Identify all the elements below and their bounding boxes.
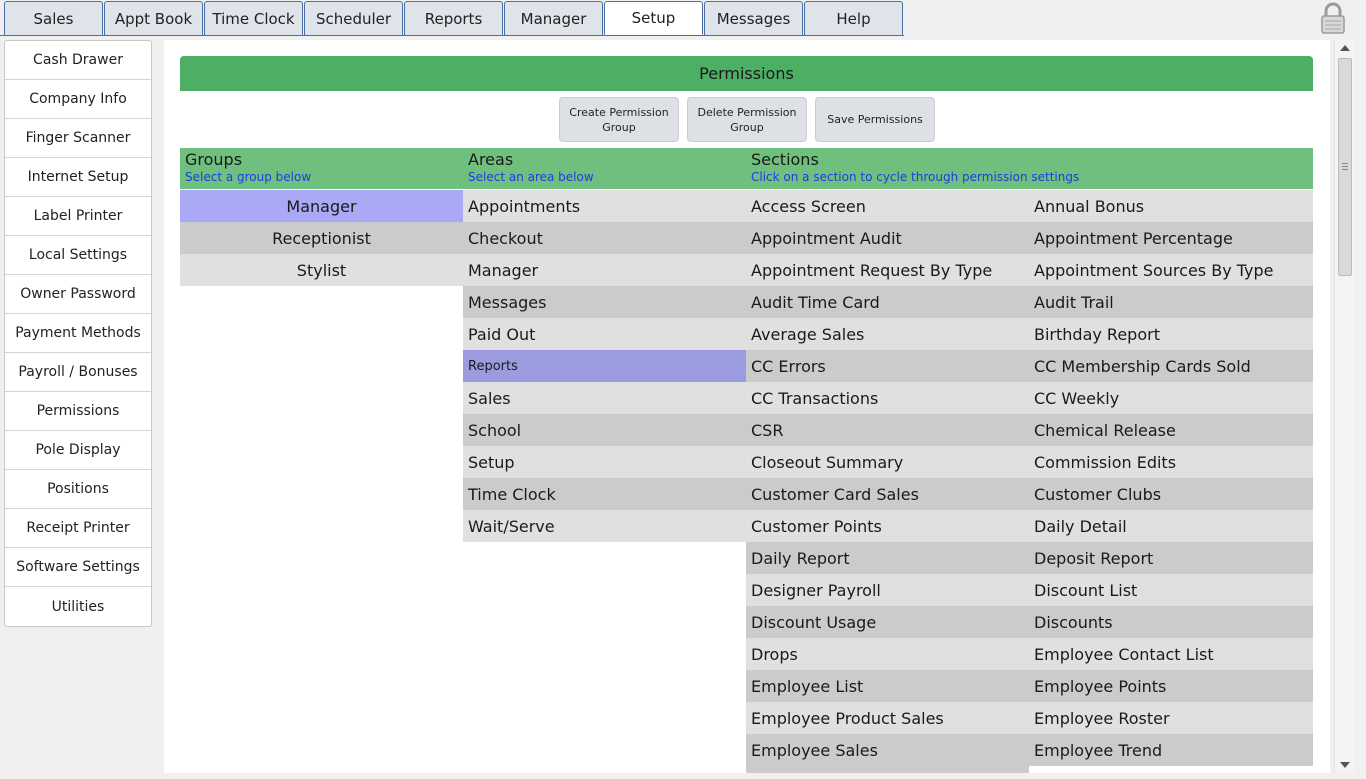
sidebar-item-pole-display[interactable]: Pole Display <box>5 431 151 470</box>
tab-sales[interactable]: Sales <box>4 1 103 35</box>
sidebar-item-label-printer[interactable]: Label Printer <box>5 197 151 236</box>
section-item[interactable]: CC Transactions <box>746 382 1029 414</box>
sidebar-item-local-settings[interactable]: Local Settings <box>5 236 151 275</box>
area-item[interactable]: Paid Out <box>463 318 746 350</box>
area-item[interactable]: Wait/Serve <box>463 510 746 542</box>
sidebar-item-owner-password[interactable]: Owner Password <box>5 275 151 314</box>
section-item[interactable]: Daily Report <box>746 542 1029 574</box>
area-item[interactable]: Checkout <box>463 222 746 254</box>
tab-setup[interactable]: Setup <box>604 1 703 35</box>
section-item[interactable]: Employee Product Sales <box>746 702 1029 734</box>
areas-header-hint: Select an area below <box>468 170 594 184</box>
section-item[interactable]: Chemical Release <box>1029 414 1313 446</box>
sections-header-hint: Click on a section to cycle through perm… <box>751 170 1080 184</box>
create-permission-group-button[interactable]: Create Permission Group <box>559 97 679 142</box>
section-item[interactable]: CC Errors <box>746 350 1029 382</box>
sections-header-title: Sections <box>751 150 819 169</box>
section-item[interactable]: Employee Sales <box>746 734 1029 766</box>
section-item[interactable]: Employee Trend <box>1029 734 1313 766</box>
area-item[interactable]: Appointments <box>463 190 746 222</box>
panel-title: Permissions <box>180 56 1313 91</box>
sidebar-item-cash-drawer[interactable]: Cash Drawer <box>5 41 151 80</box>
save-permissions-button[interactable]: Save Permissions <box>815 97 935 142</box>
areas-header-title: Areas <box>468 150 514 169</box>
section-item[interactable]: Appointment Sources By Type <box>1029 254 1313 286</box>
section-item[interactable]: Annual Bonus <box>1029 190 1313 222</box>
tab-help[interactable]: Help <box>804 1 903 35</box>
tab-reports[interactable]: Reports <box>404 1 503 35</box>
sidebar-item-company-info[interactable]: Company Info <box>5 80 151 119</box>
scroll-up-arrow-icon[interactable] <box>1340 45 1350 51</box>
section-item[interactable]: Employee Points <box>1029 670 1313 702</box>
section-item[interactable]: Appointment Audit <box>746 222 1029 254</box>
column-header-row: Groups Select a group below Areas Select… <box>180 148 1313 189</box>
section-item[interactable]: Discounts <box>1029 606 1313 638</box>
sidebar-item-permissions[interactable]: Permissions <box>5 392 151 431</box>
section-item[interactable]: Deposit Report <box>1029 542 1313 574</box>
sidebar-item-receipt-printer[interactable]: Receipt Printer <box>5 509 151 548</box>
section-item[interactable]: Designer Payroll <box>746 574 1029 606</box>
permissions-panel: Permissions Create Permission Group Dele… <box>164 40 1330 773</box>
group-item[interactable]: Receptionist <box>180 222 463 254</box>
vertical-scrollbar[interactable] <box>1334 40 1354 773</box>
section-item[interactable]: Employee Roster <box>1029 702 1313 734</box>
area-item[interactable]: School <box>463 414 746 446</box>
scroll-down-arrow-icon[interactable] <box>1340 762 1350 768</box>
section-item[interactable]: Customer Card Sales <box>746 478 1029 510</box>
section-item[interactable]: Audit Trail <box>1029 286 1313 318</box>
sidebar-item-software-settings[interactable]: Software Settings <box>5 548 151 587</box>
area-item[interactable]: Manager <box>463 254 746 286</box>
section-item[interactable]: Customer Points <box>746 510 1029 542</box>
section-item[interactable]: Appointment Percentage <box>1029 222 1313 254</box>
section-item[interactable]: Average Sales <box>746 318 1029 350</box>
section-item[interactable]: Discount Usage <box>746 606 1029 638</box>
section-item[interactable]: Customer Clubs <box>1029 478 1313 510</box>
groups-header: Groups Select a group below <box>185 150 311 184</box>
sidebar-item-finger-scanner[interactable]: Finger Scanner <box>5 119 151 158</box>
area-item[interactable]: Sales <box>463 382 746 414</box>
sections-header: Sections Click on a section to cycle thr… <box>751 150 1079 184</box>
section-item[interactable]: CC Weekly <box>1029 382 1313 414</box>
tab-appt-book[interactable]: Appt Book <box>104 1 203 35</box>
section-item[interactable]: Appointment Request By Type <box>746 254 1029 286</box>
tab-baseline <box>0 35 904 36</box>
groups-header-hint: Select a group below <box>185 170 312 184</box>
group-item[interactable]: Manager <box>180 190 463 222</box>
top-tab-bar: Sales Appt Book Time Clock Scheduler Reports… <box>0 0 1366 36</box>
section-item[interactable]: Commission Edits <box>1029 446 1313 478</box>
tab-time-clock[interactable]: Time Clock <box>204 1 303 35</box>
sidebar-item-payroll-bonuses[interactable]: Payroll / Bonuses <box>5 353 151 392</box>
section-item[interactable]: Birthday Report <box>1029 318 1313 350</box>
section-item[interactable]: CSR <box>746 414 1029 446</box>
setup-sidebar: Cash Drawer Company Info Finger Scanner Int… <box>4 40 152 627</box>
group-item[interactable]: Stylist <box>180 254 463 286</box>
areas-header: Areas Select an area below <box>468 150 594 184</box>
section-item[interactable]: Audit Time Card <box>746 286 1029 318</box>
section-item[interactable]: CC Membership Cards Sold <box>1029 350 1313 382</box>
section-item[interactable]: Access Screen <box>746 190 1029 222</box>
section-item[interactable]: Discount List <box>1029 574 1313 606</box>
sidebar-item-utilities[interactable]: Utilities <box>5 587 151 626</box>
tab-messages[interactable]: Messages <box>704 1 803 35</box>
area-item[interactable]: Messages <box>463 286 746 318</box>
groups-header-title: Groups <box>185 150 243 169</box>
sidebar-item-internet-setup[interactable]: Internet Setup <box>5 158 151 197</box>
section-item[interactable]: Daily Detail <box>1029 510 1313 542</box>
area-item[interactable]: Reports <box>463 350 746 382</box>
sidebar-item-payment-methods[interactable]: Payment Methods <box>5 314 151 353</box>
section-item[interactable]: Closeout Summary <box>746 446 1029 478</box>
section-item[interactable]: Employee List <box>746 670 1029 702</box>
tab-manager[interactable]: Manager <box>504 1 603 35</box>
area-item[interactable]: Setup <box>463 446 746 478</box>
section-item-partial <box>746 766 1029 773</box>
sidebar-item-positions[interactable]: Positions <box>5 470 151 509</box>
section-item[interactable]: Employee Contact List <box>1029 638 1313 670</box>
area-item[interactable]: Time Clock <box>463 478 746 510</box>
section-item[interactable]: Drops <box>746 638 1029 670</box>
padlock-icon[interactable] <box>1318 2 1348 34</box>
tab-scheduler[interactable]: Scheduler <box>304 1 403 35</box>
scroll-thumb[interactable] <box>1338 58 1352 276</box>
delete-permission-group-button[interactable]: Delete Permission Group <box>687 97 807 142</box>
